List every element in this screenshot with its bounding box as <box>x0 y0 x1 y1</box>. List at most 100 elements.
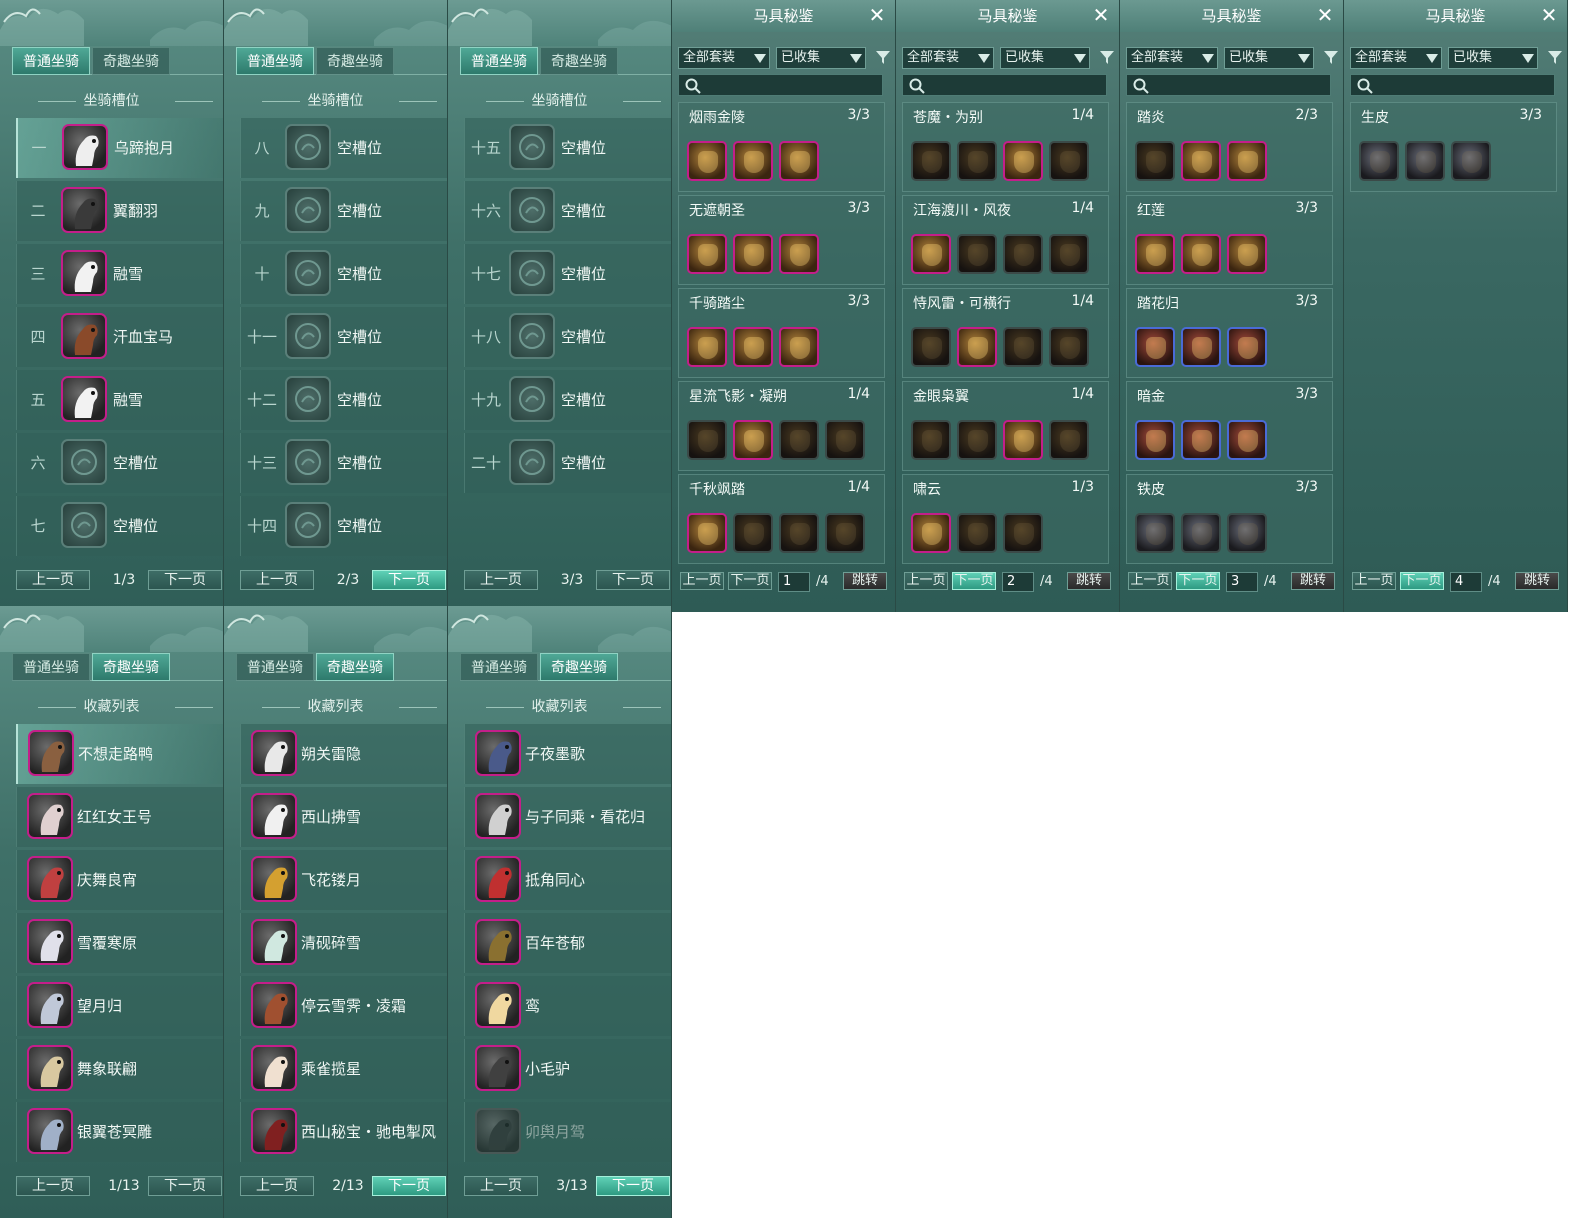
saddle-piece-icon[interactable] <box>779 327 819 367</box>
tab-fun-mount[interactable]: 奇趣坐骑 <box>316 653 394 681</box>
saddle-piece-icon[interactable] <box>957 327 997 367</box>
prev-page-button[interactable]: 上一页 <box>16 1176 90 1196</box>
collection-row[interactable]: 朔关雷隐 <box>240 724 447 784</box>
tab-fun-mount[interactable]: 奇趣坐骑 <box>92 47 170 75</box>
collection-row[interactable]: 停云雪霁・凌霜 <box>240 976 447 1036</box>
saddle-set[interactable]: 无遮朝圣 3/3 <box>678 195 885 285</box>
collection-row[interactable]: 舞象联翩 <box>16 1039 223 1099</box>
collection-row[interactable]: 银翼苍冥雕 <box>16 1102 223 1162</box>
tab-normal-mount[interactable]: 普通坐骑 <box>12 47 90 75</box>
next-page-button[interactable]: 下一页 <box>1400 572 1444 590</box>
tab-fun-mount[interactable]: 奇趣坐骑 <box>540 47 618 75</box>
saddle-piece-icon[interactable] <box>957 420 997 460</box>
filter-funnel-icon[interactable] <box>875 49 891 65</box>
jump-button[interactable]: 跳转 <box>1291 572 1335 590</box>
page-input[interactable]: 3 <box>1226 572 1258 592</box>
saddle-set[interactable]: 踏花归 3/3 <box>1126 288 1333 378</box>
saddle-piece-icon[interactable] <box>733 141 773 181</box>
slot-row[interactable]: 二十 空槽位 <box>464 433 671 493</box>
collection-row[interactable]: 不想走路鸭 <box>16 724 223 784</box>
page-input[interactable]: 2 <box>1002 572 1034 592</box>
jump-button[interactable]: 跳转 <box>843 572 887 590</box>
saddle-piece-icon[interactable] <box>779 234 819 274</box>
saddle-piece-icon[interactable] <box>687 234 727 274</box>
saddle-piece-icon[interactable] <box>957 141 997 181</box>
saddle-piece-icon[interactable] <box>911 420 951 460</box>
tab-normal-mount[interactable]: 普通坐骑 <box>236 47 314 75</box>
slot-row[interactable]: 十八 空槽位 <box>464 307 671 367</box>
saddle-piece-icon[interactable] <box>779 141 819 181</box>
saddle-piece-icon[interactable] <box>911 327 951 367</box>
saddle-piece-icon[interactable] <box>1359 141 1399 181</box>
close-icon[interactable]: ✕ <box>1539 5 1559 26</box>
saddle-set[interactable]: 星流飞影・凝朔 1/4 <box>678 381 885 471</box>
saddle-piece-icon[interactable] <box>687 141 727 181</box>
prev-page-button[interactable]: 上一页 <box>680 572 724 590</box>
collection-row[interactable]: 小毛驴 <box>464 1039 671 1099</box>
saddle-piece-icon[interactable] <box>1003 420 1043 460</box>
saddle-piece-icon[interactable] <box>1049 420 1089 460</box>
next-page-button[interactable]: 下一页 <box>1176 572 1220 590</box>
slot-row[interactable]: 十六 空槽位 <box>464 181 671 241</box>
collection-row[interactable]: 西山秘宝・驰电掣风 <box>240 1102 447 1162</box>
search-input[interactable] <box>902 74 1107 96</box>
saddle-piece-icon[interactable] <box>1181 234 1221 274</box>
saddle-piece-icon[interactable] <box>825 420 865 460</box>
next-page-button[interactable]: 下一页 <box>148 570 222 590</box>
filter-funnel-icon[interactable] <box>1323 49 1339 65</box>
saddle-set[interactable]: 啸云 1/3 <box>902 474 1109 564</box>
saddle-piece-icon[interactable] <box>1135 327 1175 367</box>
search-input[interactable] <box>1126 74 1331 96</box>
slot-row[interactable]: 十九 空槽位 <box>464 370 671 430</box>
jump-button[interactable]: 跳转 <box>1067 572 1111 590</box>
collection-row[interactable]: 鸾 <box>464 976 671 1036</box>
saddle-set[interactable]: 铁皮 3/3 <box>1126 474 1333 564</box>
set-filter-select[interactable]: 全部套装 <box>902 47 994 69</box>
collect-filter-select[interactable]: 已收集 <box>1224 47 1314 69</box>
saddle-piece-icon[interactable] <box>1135 513 1175 553</box>
collect-filter-select[interactable]: 已收集 <box>776 47 866 69</box>
slot-row[interactable]: 十七 空槽位 <box>464 244 671 304</box>
saddle-piece-icon[interactable] <box>1049 327 1089 367</box>
saddle-piece-icon[interactable] <box>957 513 997 553</box>
saddle-piece-icon[interactable] <box>1135 141 1175 181</box>
collection-row[interactable]: 清砚碎雪 <box>240 913 447 973</box>
saddle-piece-icon[interactable] <box>687 513 727 553</box>
slot-row[interactable]: 一 乌蹄抱月 <box>16 118 223 178</box>
saddle-piece-icon[interactable] <box>911 513 951 553</box>
slot-row[interactable]: 十一 空槽位 <box>240 307 447 367</box>
saddle-piece-icon[interactable] <box>1405 141 1445 181</box>
slot-row[interactable]: 十二 空槽位 <box>240 370 447 430</box>
page-input[interactable]: 4 <box>1450 572 1482 592</box>
set-filter-select[interactable]: 全部套装 <box>678 47 770 69</box>
saddle-piece-icon[interactable] <box>1003 513 1043 553</box>
collection-row[interactable]: 抵角同心 <box>464 850 671 910</box>
slot-row[interactable]: 十 空槽位 <box>240 244 447 304</box>
tab-fun-mount[interactable]: 奇趣坐骑 <box>540 653 618 681</box>
collect-filter-select[interactable]: 已收集 <box>1448 47 1538 69</box>
saddle-piece-icon[interactable] <box>733 327 773 367</box>
collection-row[interactable]: 飞花镂月 <box>240 850 447 910</box>
saddle-set[interactable]: 烟雨金陵 3/3 <box>678 102 885 192</box>
saddle-piece-icon[interactable] <box>825 513 865 553</box>
slot-row[interactable]: 十三 空槽位 <box>240 433 447 493</box>
tab-fun-mount[interactable]: 奇趣坐骑 <box>92 653 170 681</box>
prev-page-button[interactable]: 上一页 <box>464 570 538 590</box>
saddle-piece-icon[interactable] <box>1181 420 1221 460</box>
set-filter-select[interactable]: 全部套装 <box>1126 47 1218 69</box>
prev-page-button[interactable]: 上一页 <box>240 570 314 590</box>
saddle-piece-icon[interactable] <box>733 420 773 460</box>
saddle-set[interactable]: 红莲 3/3 <box>1126 195 1333 285</box>
saddle-set[interactable]: 千骑踏尘 3/3 <box>678 288 885 378</box>
slot-row[interactable]: 九 空槽位 <box>240 181 447 241</box>
saddle-piece-icon[interactable] <box>779 513 819 553</box>
saddle-piece-icon[interactable] <box>911 234 951 274</box>
page-input[interactable]: 1 <box>778 572 810 592</box>
saddle-piece-icon[interactable] <box>1227 420 1267 460</box>
saddle-piece-icon[interactable] <box>1003 234 1043 274</box>
collection-row[interactable]: 望月归 <box>16 976 223 1036</box>
saddle-set[interactable]: 苍魔・为别 1/4 <box>902 102 1109 192</box>
saddle-piece-icon[interactable] <box>687 327 727 367</box>
saddle-piece-icon[interactable] <box>779 420 819 460</box>
next-page-button[interactable]: 下一页 <box>372 570 446 590</box>
